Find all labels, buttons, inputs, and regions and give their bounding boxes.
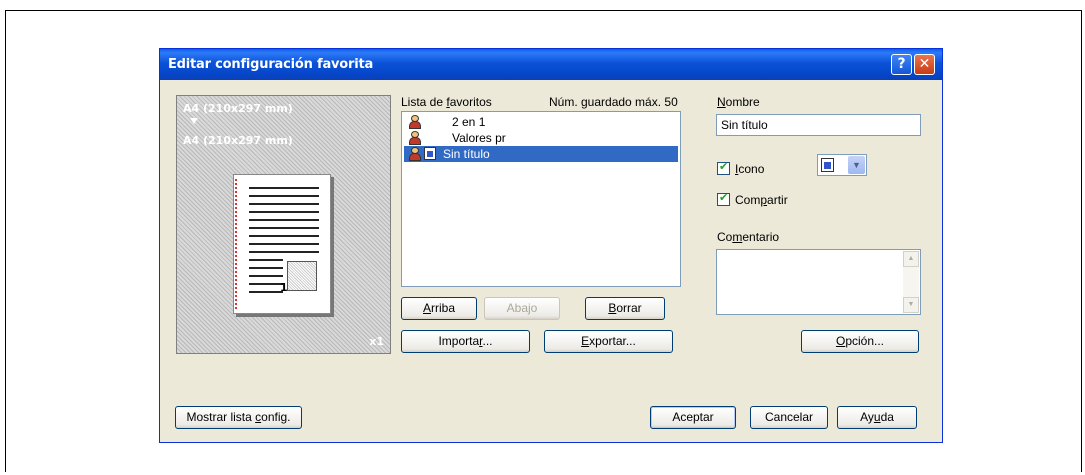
text-line <box>249 267 283 269</box>
icon-checkbox[interactable] <box>717 160 730 175</box>
help-question-icon[interactable]: ? <box>891 54 912 75</box>
page-preview: A4 (210x297 mm) A4 (210x297 mm) 1 x1 <box>176 95 391 354</box>
text-line <box>249 283 283 285</box>
comment-textarea[interactable]: ▲ ▼ <box>716 249 921 315</box>
share-checkbox[interactable] <box>717 191 730 206</box>
person-icon <box>408 131 422 145</box>
dialog-title: Editar configuración favorita <box>168 57 374 72</box>
icon-select[interactable]: ▼ <box>817 154 867 176</box>
close-icon[interactable]: ✕ <box>914 54 935 75</box>
person-icon <box>408 115 422 129</box>
text-line <box>249 211 319 213</box>
document-icon <box>821 158 834 172</box>
person-icon <box>408 147 422 161</box>
list-item-label: 2 en 1 <box>452 115 486 129</box>
up-button[interactable]: Arriba <box>401 297 477 320</box>
list-item-selected[interactable]: Sin título <box>404 146 678 162</box>
delete-button[interactable]: Borrar <box>585 297 665 320</box>
import-button[interactable]: Importar... <box>401 330 530 353</box>
edit-favorite-dialog: Editar configuración favorita ? ✕ A4 (21… <box>159 48 943 443</box>
binding-margin-line <box>235 179 237 309</box>
scroll-up-icon[interactable]: ▲ <box>903 251 919 267</box>
page-number: 1 <box>280 281 288 294</box>
comment-label: Comentario <box>717 230 780 244</box>
comment-scrollbar[interactable]: ▲ ▼ <box>903 251 919 313</box>
down-button[interactable]: Abajo <box>484 297 560 320</box>
text-line <box>249 195 319 197</box>
list-item-label: Sin título <box>443 147 490 161</box>
help-button[interactable]: Ayuda <box>837 406 917 429</box>
down-arrow-icon <box>190 118 198 124</box>
document-icon <box>424 147 436 160</box>
max-saved-label: Núm. guardado máx. 50 <box>549 95 678 109</box>
favorites-list-label: Lista de favoritos <box>401 95 492 109</box>
export-button[interactable]: Exportar... <box>544 330 673 353</box>
text-line <box>249 235 319 237</box>
copies-count: x1 <box>369 335 384 348</box>
text-line <box>249 203 319 205</box>
cancel-button[interactable]: Cancelar <box>750 406 828 429</box>
chevron-down-icon[interactable]: ▼ <box>848 156 865 174</box>
text-line <box>249 187 319 189</box>
mini-page-thumbnail <box>287 261 317 291</box>
share-label: Compartir <box>735 193 788 207</box>
list-item[interactable]: Valores pr <box>404 130 678 146</box>
text-line <box>249 259 283 261</box>
icon-label: Icono <box>735 162 765 176</box>
text-line <box>249 291 283 293</box>
ok-button[interactable]: Aceptar <box>650 406 736 429</box>
preview-page: 1 <box>233 174 331 314</box>
list-item[interactable]: 2 en 1 <box>404 114 678 130</box>
show-config-list-button[interactable]: Mostrar lista config. <box>175 406 302 429</box>
name-field[interactable]: Sin título <box>716 114 921 136</box>
list-item-label: Valores pr <box>452 131 506 145</box>
option-button[interactable]: Opción... <box>801 330 919 353</box>
text-line <box>249 275 283 277</box>
name-label: Nombre <box>717 95 760 109</box>
text-line <box>249 227 319 229</box>
text-line <box>249 219 319 221</box>
title-bar[interactable]: Editar configuración favorita ? ✕ <box>160 49 942 80</box>
preview-paper-output: A4 (210x297 mm) <box>183 134 293 147</box>
text-line <box>249 251 319 253</box>
text-line <box>249 243 319 245</box>
preview-paper-original: A4 (210x297 mm) <box>183 102 293 115</box>
favorites-listbox[interactable]: 2 en 1 Valores pr Sin título <box>401 111 681 287</box>
scroll-down-icon[interactable]: ▼ <box>903 297 919 313</box>
